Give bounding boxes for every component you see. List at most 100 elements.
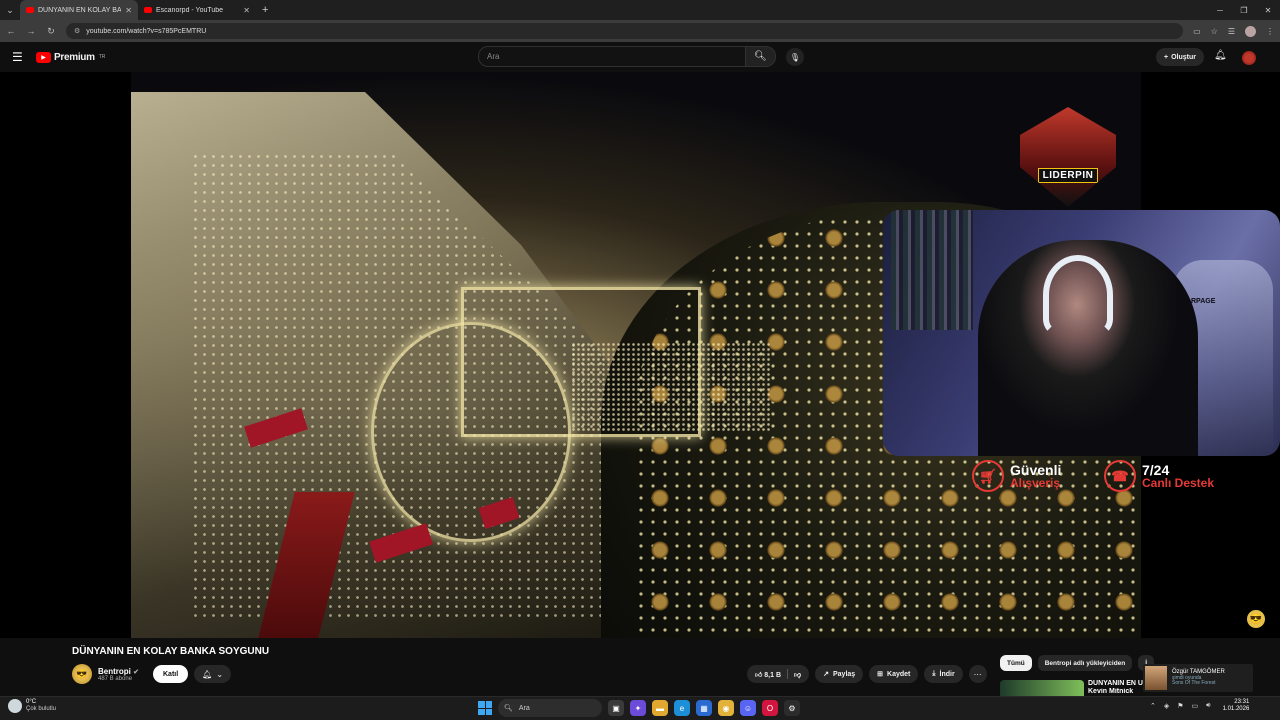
weather-widget[interactable]: 0°C Çok bulutlu bbox=[8, 699, 56, 713]
create-label: Oluştur bbox=[1171, 53, 1196, 61]
video-player[interactable]: LIDERPIN RPAGE 🛒︎ Güvenli Alışveriş ☎ 7/… bbox=[0, 72, 1280, 638]
url-text: youtube.com/watch?v=s785PcEMTRU bbox=[86, 27, 207, 35]
share-button[interactable]: ↗ Paylaş bbox=[815, 665, 864, 683]
promo-line1: Güvenli bbox=[1010, 462, 1062, 478]
share-icon: ↗ bbox=[823, 671, 829, 678]
sunglasses-emoji-icon: 😎 bbox=[1247, 610, 1265, 628]
save-label: Kaydet bbox=[887, 670, 911, 678]
network-icon[interactable]: ▭ bbox=[1192, 702, 1199, 710]
clock[interactable]: 23:31 1.01.2026 bbox=[1223, 699, 1250, 713]
opera-icon[interactable]: O bbox=[762, 700, 778, 716]
youtube-play-icon: ▶ bbox=[36, 51, 51, 63]
tab-search-icon[interactable]: ⌄ bbox=[0, 0, 20, 20]
save-icon: ⊞ bbox=[877, 671, 884, 678]
task-view-icon[interactable]: ▣ bbox=[608, 700, 624, 716]
save-button[interactable]: ⊞ Kaydet bbox=[869, 665, 919, 683]
taskbar-search-label: Ara bbox=[518, 704, 530, 712]
tab-active[interactable]: DÜNYANIN EN KOLAY BANKA S ✕ bbox=[20, 0, 138, 20]
site-info-icon[interactable]: ⚙ bbox=[74, 27, 80, 35]
system-tray: ⌃ ◈ ⚑ ▭ 🔊︎ 23:31 1.01.2026 bbox=[1150, 699, 1249, 713]
tray-icon[interactable]: ⚑ bbox=[1177, 702, 1183, 710]
notifications-bell-icon[interactable]: 🔔︎ bbox=[1214, 50, 1227, 61]
copilot-icon[interactable]: ✦ bbox=[630, 700, 646, 716]
extensions-icon[interactable]: ☰ bbox=[1228, 27, 1235, 36]
recommendation-chips: Tümü Bentropi adlı yükleyiciden İ bbox=[1000, 655, 1155, 671]
bookmark-star-icon[interactable]: ☆ bbox=[1211, 27, 1218, 36]
dislike-icon[interactable]: 👎︎ bbox=[794, 670, 801, 679]
channel-name[interactable]: Bentropi ✔ bbox=[98, 667, 139, 676]
browser-tab-bar: ⌄ DÜNYANIN EN KOLAY BANKA S ✕ Escanorpd … bbox=[0, 0, 1280, 20]
time: 23:31 bbox=[1234, 699, 1250, 705]
forward-icon[interactable]: → bbox=[26, 26, 36, 36]
account-avatar[interactable] bbox=[1242, 51, 1256, 65]
menu-icon[interactable]: ☰ bbox=[12, 50, 26, 64]
sponsor-shield-icon: LIDERPIN bbox=[1020, 107, 1116, 207]
taskbar-search[interactable]: 🔍︎ Ara bbox=[498, 699, 602, 717]
video-title: DÜNYANIN EN KOLAY BANKA SOYGUNU bbox=[72, 646, 270, 657]
verified-check-icon: ✔ bbox=[133, 668, 139, 676]
headset bbox=[1043, 255, 1113, 335]
tab-title: Escanorpd - YouTube bbox=[156, 6, 224, 14]
steam-notification[interactable]: Özgür TAMGÖMER şimdi oyunda Sons Of The … bbox=[1143, 664, 1253, 692]
chrome-icon[interactable]: ◉ bbox=[718, 700, 734, 716]
search-button[interactable]: 🔍︎ bbox=[746, 46, 776, 67]
restore-icon[interactable]: ❐ bbox=[1232, 6, 1256, 15]
search-input[interactable] bbox=[478, 46, 746, 67]
minimize-icon[interactable]: ─ bbox=[1208, 6, 1232, 15]
share-label: Paylaş bbox=[832, 670, 856, 678]
voice-search-button[interactable]: 🎙︎ bbox=[786, 48, 804, 66]
close-tab-icon[interactable]: ✕ bbox=[125, 6, 132, 15]
chip-from-uploader[interactable]: Bentropi adlı yükleyiciden bbox=[1037, 655, 1133, 671]
windows-start-icon[interactable] bbox=[478, 701, 492, 715]
promo-support: ☎ 7/24 Canlı Destek bbox=[1104, 460, 1214, 492]
subscriber-count: 487 B abone bbox=[98, 675, 133, 682]
store-icon[interactable]: ▦ bbox=[696, 700, 712, 716]
youtube-logo[interactable]: ▶ Premium TR bbox=[36, 51, 106, 63]
promo-secure-shopping: 🛒︎ Güvenli Alışveriş bbox=[972, 460, 1061, 492]
chevron-up-icon[interactable]: ⌃ bbox=[1150, 702, 1156, 710]
new-tab-button[interactable]: + bbox=[256, 4, 274, 16]
settings-gear-icon[interactable]: ⚙ bbox=[784, 700, 800, 716]
youtube-favicon-icon bbox=[144, 7, 152, 13]
chevron-down-icon: ⌄ bbox=[216, 669, 224, 679]
volume-icon[interactable]: 🔊︎ bbox=[1206, 702, 1210, 710]
channel-avatar[interactable]: 😎 bbox=[72, 664, 92, 684]
subscription-bell-button[interactable]: 🔔︎ ⌄ bbox=[194, 665, 232, 683]
close-window-icon[interactable]: ✕ bbox=[1256, 6, 1280, 15]
discord-icon[interactable]: ☺ bbox=[740, 700, 756, 716]
back-icon[interactable]: ← bbox=[6, 26, 16, 36]
like-dislike-group: 👍︎ 8,1 B 👎︎ bbox=[747, 665, 810, 683]
url-field[interactable]: ⚙ youtube.com/watch?v=s785PcEMTRU bbox=[66, 23, 1184, 39]
promo-line2: Alışveriş bbox=[1010, 476, 1061, 490]
close-tab-icon[interactable]: ✕ bbox=[243, 6, 250, 15]
tab-inactive[interactable]: Escanorpd - YouTube ✕ bbox=[138, 0, 256, 20]
edge-browser-icon[interactable]: e bbox=[674, 700, 690, 716]
reload-icon[interactable]: ↻ bbox=[46, 26, 56, 37]
tab-title: DÜNYANIN EN KOLAY BANKA S bbox=[38, 6, 122, 14]
tray-app-icon[interactable]: ◈ bbox=[1164, 702, 1169, 710]
search-icon: 🔍︎ bbox=[754, 51, 767, 62]
join-button[interactable]: Katıl bbox=[153, 665, 189, 683]
file-explorer-icon[interactable]: ▬ bbox=[652, 700, 668, 716]
cast-icon[interactable]: ▭ bbox=[1193, 27, 1201, 36]
recommended-video[interactable]: DÜNYANIN EN Ü Kevin Mitnick bbox=[1000, 680, 1144, 697]
support-icon: ☎ bbox=[1104, 460, 1136, 492]
browser-menu-icon[interactable]: ⋮ bbox=[1266, 27, 1274, 36]
download-label: İndir bbox=[939, 670, 955, 678]
friend-avatar bbox=[1145, 666, 1167, 690]
download-button[interactable]: ⤓ İndir bbox=[924, 665, 963, 683]
search-icon: 🔍︎ bbox=[504, 705, 513, 712]
more-actions-icon[interactable]: ⋯ bbox=[968, 665, 987, 683]
chip-all[interactable]: Tümü bbox=[1000, 655, 1032, 671]
video-actions: 👍︎ 8,1 B 👎︎ ↗ Paylaş ⊞ Kaydet ⤓ İndir ⋯ bbox=[747, 665, 987, 683]
lit-bottle-decoration bbox=[461, 287, 701, 437]
region-code: TR bbox=[98, 54, 106, 60]
recommended-thumbnail bbox=[1000, 680, 1084, 696]
like-button[interactable]: 👍︎ 8,1 B bbox=[755, 670, 781, 679]
create-button[interactable]: + Oluştur bbox=[1156, 48, 1204, 66]
temperature: 0°C bbox=[26, 699, 37, 706]
sponsor-logo: LIDERPIN bbox=[1013, 72, 1123, 207]
sponsor-name: LIDERPIN bbox=[1037, 168, 1099, 183]
windows-taskbar: 0°C Çok bulutlu 🔍︎ Ara ▣ ✦ ▬ e ▦ ◉ ☺ O ⚙… bbox=[0, 696, 1280, 720]
profile-avatar[interactable] bbox=[1245, 25, 1256, 37]
